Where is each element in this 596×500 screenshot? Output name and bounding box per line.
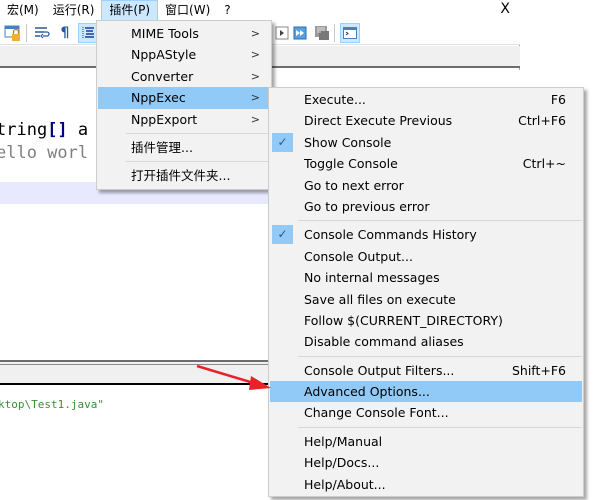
chevron-right-icon: > [250, 27, 260, 40]
close-document-button[interactable]: X [500, 1, 510, 17]
chevron-right-icon: > [250, 112, 260, 126]
nppexec-submenu: Execute... F6 Direct Execute Previous Ctrl… [268, 87, 584, 498]
menu-item-nppexec[interactable]: NppExec > [98, 87, 270, 109]
menu-item-label: MIME Tools [131, 26, 199, 41]
menu-item-label: Change Console Font... [304, 405, 449, 421]
menu-item-disable-command-aliases[interactable]: Disable command aliases [270, 331, 582, 352]
menu-item-open-plugins-folder[interactable]: 打开插件文件夹... [98, 165, 270, 186]
menu-separator [298, 355, 582, 357]
console-output-line: ktop\Test1.java" [0, 398, 104, 411]
indent-guide-icon[interactable] [78, 23, 98, 43]
menu-item-label: NppAStyle [131, 47, 197, 63]
menu-item-change-console-font[interactable]: Change Console Font... [270, 402, 582, 423]
code-token: tring [0, 120, 48, 140]
menu-item-label: Help/Manual [304, 433, 383, 449]
menu-item-toggle-console[interactable]: Toggle Console Ctrl+~ [270, 153, 582, 174]
menu-item-label: Console Output... [304, 248, 413, 264]
menu-plugins[interactable]: 插件(P) [101, 0, 159, 21]
menu-separator [126, 132, 270, 134]
menu-item-direct-execute-previous[interactable]: Direct Execute Previous Ctrl+F6 [270, 110, 582, 131]
menu-item-label: NppExec [131, 90, 186, 106]
checkmark-icon: ✓ [272, 225, 293, 245]
menu-item-label: Direct Execute Previous [304, 113, 453, 129]
shortcut-label: Shift+F6 [511, 362, 566, 378]
checkmark-icon: ✓ [272, 132, 293, 152]
menu-separator [126, 161, 270, 163]
menu-item-help-docs[interactable]: Help/Docs... [270, 452, 582, 473]
menu-item-mime-tools[interactable]: MIME Tools > [98, 23, 270, 44]
menu-macro[interactable]: 宏(M) [0, 0, 46, 21]
menu-item-nppastyle[interactable]: NppAStyle > [98, 44, 270, 65]
menu-item-label: Help/Docs... [304, 455, 380, 471]
shortcut-label: Ctrl+~ [522, 156, 566, 172]
menu-item-label: Go to previous error [304, 198, 430, 214]
menu-item-go-to-previous-error[interactable]: Go to previous error [270, 196, 582, 217]
menu-item-converter[interactable]: Converter > [98, 66, 270, 87]
console-icon[interactable] [340, 23, 360, 43]
menu-item-label: NppExport [131, 111, 198, 127]
menu-item-label: 插件管理... [131, 139, 193, 155]
menu-item-label: Disable command aliases [304, 334, 464, 350]
menu-separator [298, 426, 582, 428]
menu-item-help-about[interactable]: Help/About... [270, 474, 582, 495]
shortcut-label: Ctrl+F6 [518, 113, 566, 129]
chevron-right-icon: > [250, 48, 260, 62]
chevron-right-icon: > [250, 91, 260, 105]
lock-window-icon[interactable] [3, 23, 23, 43]
menu-item-execute[interactable]: Execute... F6 [270, 89, 582, 110]
menu-item-nppexport[interactable]: NppExport > [98, 109, 270, 130]
menu-item-show-console[interactable]: ✓ Show Console [270, 132, 582, 153]
menu-item-go-to-next-error[interactable]: Go to next error [270, 175, 582, 196]
menu-item-label: Toggle Console [304, 156, 398, 172]
menu-item-label: Go to next error [304, 177, 404, 193]
menu-item-label: Console Commands History [304, 227, 477, 243]
menu-item-no-internal-messages[interactable]: No internal messages [270, 267, 582, 288]
menu-item-label: Console Output Filters... [304, 362, 455, 378]
menu-window[interactable]: 窗口(W) [158, 0, 217, 21]
menu-item-follow-current-directory[interactable]: Follow $(CURRENT_DIRECTORY) [270, 310, 582, 331]
menu-item-label: Show Console [304, 134, 392, 150]
menu-help[interactable]: ? [217, 0, 237, 21]
word-wrap-icon[interactable] [32, 23, 52, 43]
menu-item-label: Advanced Options... [304, 384, 430, 400]
menu-item-save-all-files-on-execute[interactable]: Save all files on execute [270, 289, 582, 310]
plugins-menu: MIME Tools > NppAStyle > Converter > NppExe… [96, 20, 272, 190]
menu-item-label: Help/About... [304, 476, 386, 492]
menu-item-help-manual[interactable]: Help/Manual [270, 431, 582, 452]
code-token: a [67, 120, 89, 140]
save-macro-icon[interactable] [312, 23, 332, 43]
menu-item-plugin-manager[interactable]: 插件管理... [98, 137, 270, 158]
code-line: ello worl [0, 143, 89, 163]
menu-item-console-output-filters[interactable]: Console Output Filters... Shift+F6 [270, 360, 582, 381]
toolbar-separator [334, 24, 335, 42]
menu-run[interactable]: 运行(R) [46, 0, 102, 21]
menu-separator [298, 220, 582, 222]
menu-item-label: Save all files on execute [304, 291, 456, 307]
menu-item-advanced-options[interactable]: Advanced Options... [270, 381, 582, 403]
code-line: tring[] a [0, 120, 88, 140]
menu-item-label: No internal messages [304, 270, 440, 286]
shortcut-label: F6 [550, 92, 566, 107]
chevron-right-icon: > [250, 69, 260, 83]
menu-item-console-commands-history[interactable]: ✓ Console Commands History [270, 224, 582, 245]
menu-bar: 宏(M) 运行(R) 插件(P) 窗口(W) ? X [0, 0, 520, 21]
menu-item-label: 打开插件文件夹... [131, 168, 231, 184]
show-all-characters-icon[interactable]: ¶ [55, 23, 75, 43]
play-macro-icon[interactable] [272, 23, 292, 43]
run-macro-multiple-icon[interactable] [290, 23, 310, 43]
annotation-arrow-icon [196, 364, 271, 390]
code-token: [] [47, 120, 68, 140]
menu-item-label: Execute... [304, 92, 366, 107]
menu-item-console-output[interactable]: Console Output... [270, 246, 582, 267]
toolbar-separator [26, 24, 27, 42]
menu-item-label: Follow $(CURRENT_DIRECTORY) [304, 312, 503, 328]
menu-item-label: Converter [131, 68, 194, 84]
